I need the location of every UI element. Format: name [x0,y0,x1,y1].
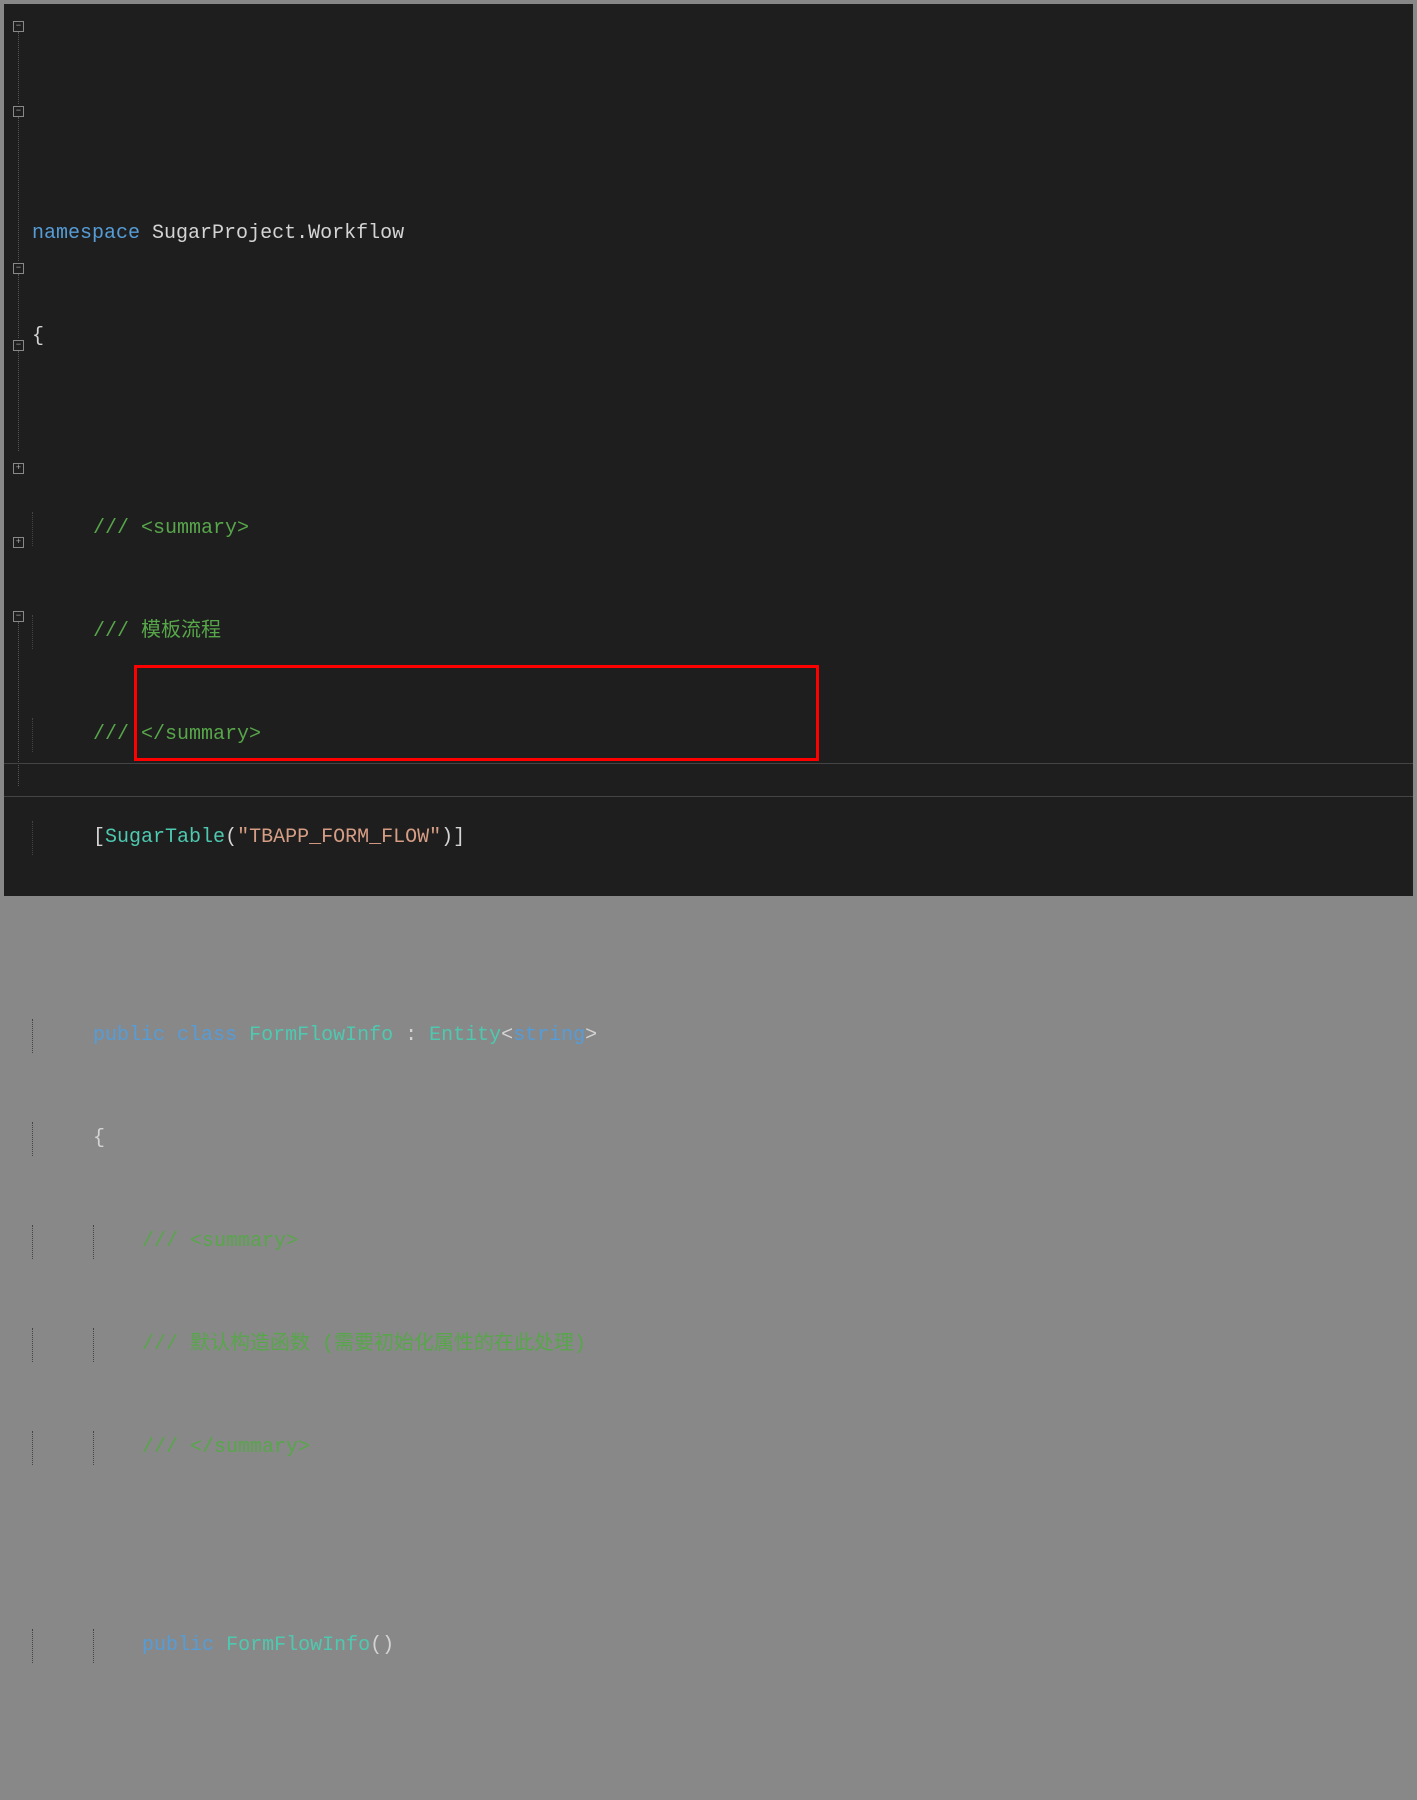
code-line: /// <summary> [32,1225,1413,1259]
codelens-references[interactable]: 1 个引用 [131,1538,194,1555]
fold-toggle[interactable]: + [13,537,24,548]
parens: () [370,1634,394,1657]
brace: { [32,325,44,348]
fold-guide [18,622,19,786]
attribute-name: SugarTable [105,826,225,849]
code-line: public FormFlowInfo()... [32,1629,1413,1663]
code-line: /// </summary> [32,1431,1413,1465]
fold-gutter: − − − − + + − [4,10,32,890]
code-line: /// 默认构造函数 (需要初始化属性的在此处理) [32,1328,1413,1362]
fold-toggle[interactable]: − [13,340,24,351]
code-line: /// <summary> [32,512,1413,546]
fold-guide [18,32,19,104]
code-line: public class FormFlowInfo : Entity<strin… [32,1019,1413,1053]
codelens-references[interactable]: 37 个引用 [86,928,158,945]
keyword-string: string [513,1024,585,1047]
keyword-public: public [142,1634,214,1657]
blank-line [32,1732,1413,1772]
code-line: /// </summary> [32,718,1413,752]
code-line: /// 模板流程 [32,615,1413,649]
xml-comment: /// <summary> [93,517,249,540]
codelens[interactable]: 1 个引用 [32,1534,1413,1560]
angle-bracket: > [585,1024,597,1047]
bracket: [ [93,826,105,849]
constructor-name: FormFlowInfo [226,1634,370,1657]
bracket: )] [441,826,465,849]
fold-toggle[interactable]: − [13,611,24,622]
fold-guide [18,117,19,261]
xml-comment: /// 模板流程 [93,620,221,643]
fold-toggle[interactable]: + [13,463,24,474]
code-line: namespace SugarProject.Workflow [32,217,1413,251]
fold-guide [18,351,19,451]
code-line: { [32,320,1413,354]
paren: ( [225,826,237,849]
current-line-indicator [4,763,1413,797]
codelens[interactable]: 37 个引用 [32,924,1413,950]
collapsed-region[interactable]: ... [394,1633,440,1657]
xml-comment: /// <summary> [142,1230,298,1253]
angle-bracket: < [501,1024,513,1047]
fold-guide [18,274,19,338]
keyword-public: public [93,1024,165,1047]
fold-toggle[interactable]: − [13,263,24,274]
fold-toggle[interactable]: − [13,106,24,117]
code-editor[interactable]: − − − − + + − namespace SugarProject.Wor… [4,4,1413,896]
code-content[interactable]: namespace SugarProject.Workflow { /// <s… [32,10,1413,890]
type-name: Entity [429,1024,501,1047]
colon: : [393,1024,429,1047]
code-line: [SugarTable("TBAPP_FORM_FLOW")] [32,821,1413,855]
fold-toggle[interactable]: − [13,21,24,32]
namespace-name: SugarProject.Workflow [152,222,404,245]
string-literal: "TBAPP_FORM_FLOW" [237,826,441,849]
keyword-class: class [177,1024,237,1047]
blank-line [32,423,1413,443]
xml-comment: /// </summary> [93,723,261,746]
keyword-namespace: namespace [32,222,140,245]
xml-comment: /// </summary> [142,1436,310,1459]
brace: { [93,1127,105,1150]
xml-comment: /// 默认构造函数 (需要初始化属性的在此处理) [142,1333,586,1356]
class-name: FormFlowInfo [249,1024,393,1047]
code-line: { [32,1122,1413,1156]
